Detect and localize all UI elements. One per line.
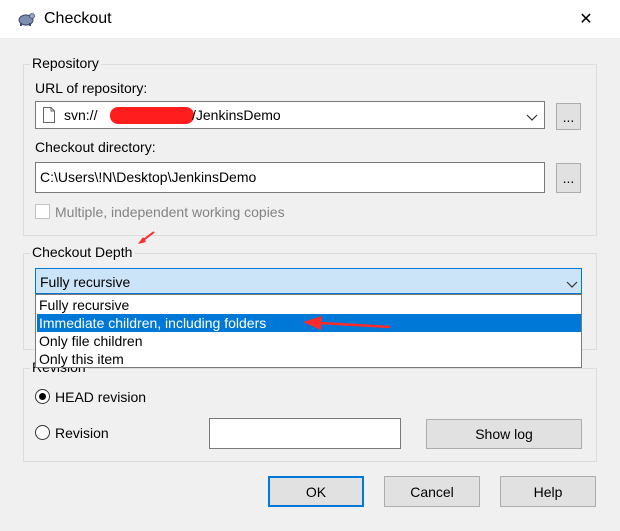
chevron-down-icon[interactable]: [526, 110, 538, 126]
url-combobox[interactable]: svn:// /JenkinsDemo: [35, 101, 545, 129]
checkout-directory-value: C:\Users\!N\Desktop\JenkinsDemo: [40, 169, 257, 185]
multiple-working-copies-label: Multiple, independent working copies: [55, 204, 285, 220]
url-suffix: /JenkinsDemo: [192, 107, 281, 123]
annotation-arrow-option: [300, 314, 394, 334]
tortoise-app-icon: [16, 9, 36, 27]
file-icon: [43, 107, 55, 123]
url-browse-button[interactable]: ...: [556, 103, 581, 130]
url-label: URL of repository:: [35, 80, 148, 96]
url-prefix: svn://: [64, 107, 98, 123]
annotation-arrow-legend: [136, 230, 156, 248]
depth-option-fully-recursive[interactable]: Fully recursive: [37, 296, 581, 314]
show-log-button[interactable]: Show log: [426, 419, 582, 449]
checkout-directory-label: Checkout directory:: [35, 139, 156, 155]
checkout-depth-selected: Fully recursive: [40, 274, 131, 290]
revision-label: Revision: [55, 425, 109, 441]
checkout-directory-input[interactable]: C:\Users\!N\Desktop\JenkinsDemo: [35, 162, 545, 193]
revision-radio[interactable]: [35, 425, 50, 440]
directory-browse-button[interactable]: ...: [556, 163, 581, 193]
window-title: Checkout: [44, 10, 112, 27]
depth-option-only-this-item[interactable]: Only this item: [37, 350, 581, 368]
cancel-button[interactable]: Cancel: [384, 476, 480, 507]
head-revision-label: HEAD revision: [55, 389, 147, 405]
close-button[interactable]: ✕: [566, 4, 606, 34]
repository-legend: Repository: [30, 55, 101, 71]
help-button[interactable]: Help: [500, 476, 596, 507]
multiple-working-copies-checkbox[interactable]: [35, 204, 50, 219]
ok-button[interactable]: OK: [268, 476, 364, 507]
checkout-depth-legend: Checkout Depth: [30, 244, 135, 260]
depth-option-only-file-children[interactable]: Only file children: [37, 332, 581, 350]
chevron-down-icon: [566, 277, 578, 293]
checkout-depth-dropdown[interactable]: Fully recursive: [35, 268, 582, 294]
redaction-mark: [110, 107, 194, 124]
revision-input[interactable]: [209, 418, 401, 449]
close-icon: ✕: [579, 11, 593, 28]
head-revision-radio[interactable]: [35, 389, 50, 404]
